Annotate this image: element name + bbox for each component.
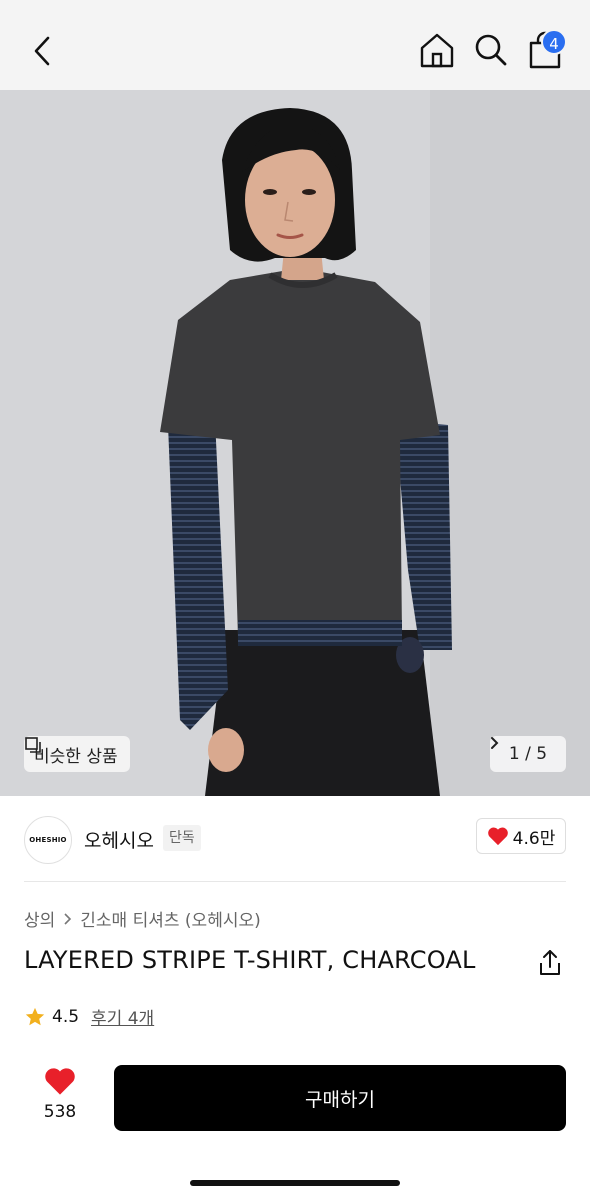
similar-products-button[interactable]: 비슷한 상품 xyxy=(24,736,130,772)
rating-value: 4.5 xyxy=(52,1006,80,1027)
breadcrumb-subcategory[interactable]: 긴소매 티셔츠 (오헤시오) xyxy=(80,906,260,931)
wishlist-button[interactable]: 538 xyxy=(36,1066,84,1122)
brand-like-button[interactable]: 4.6만 xyxy=(476,818,566,854)
top-navigation-bar: 4 xyxy=(0,0,590,90)
exclusive-badge: 단독 xyxy=(163,825,201,851)
breadcrumb: 상의 긴소매 티셔츠 (오헤시오) xyxy=(24,906,261,931)
search-icon[interactable] xyxy=(472,30,510,70)
home-icon[interactable] xyxy=(418,30,456,70)
model-photo xyxy=(0,90,590,796)
brand-like-count: 4.6만 xyxy=(512,828,556,849)
chevron-right-icon xyxy=(64,912,72,925)
chevron-left-icon[interactable] xyxy=(26,32,60,70)
similar-products-label: 비슷한 상품 xyxy=(34,746,118,767)
star-icon xyxy=(25,1007,45,1025)
heart-icon xyxy=(45,1068,75,1095)
product-title: LAYERED STRIPE T-SHIRT, CHARCOAL xyxy=(24,946,476,974)
product-rating: 4.5 후기 4개 xyxy=(24,1004,154,1029)
home-indicator xyxy=(190,1180,400,1186)
buy-button[interactable]: 구매하기 xyxy=(114,1065,566,1131)
brand-row: OHESHIO 오헤시오 단독 4.6만 xyxy=(0,796,590,882)
cart-count-badge: 4 xyxy=(541,29,567,55)
copy-icon xyxy=(25,737,41,753)
wishlist-count: 538 xyxy=(43,1102,77,1122)
heart-icon xyxy=(487,827,508,846)
share-icon[interactable] xyxy=(536,948,564,978)
image-pager-label: 1 / 5 xyxy=(508,744,548,764)
chevron-right-icon xyxy=(491,737,499,749)
breadcrumb-category[interactable]: 상의 xyxy=(24,906,55,931)
review-count-link[interactable]: 후기 4개 xyxy=(91,1004,154,1029)
image-pager[interactable]: 1 / 5 xyxy=(490,736,566,772)
brand-logo-text: OHESHIO xyxy=(29,836,67,844)
divider xyxy=(24,881,566,882)
product-image[interactable]: 비슷한 상품 1 / 5 xyxy=(0,90,590,796)
brand-logo[interactable]: OHESHIO xyxy=(24,816,72,864)
brand-name[interactable]: 오헤시오 xyxy=(84,826,154,853)
